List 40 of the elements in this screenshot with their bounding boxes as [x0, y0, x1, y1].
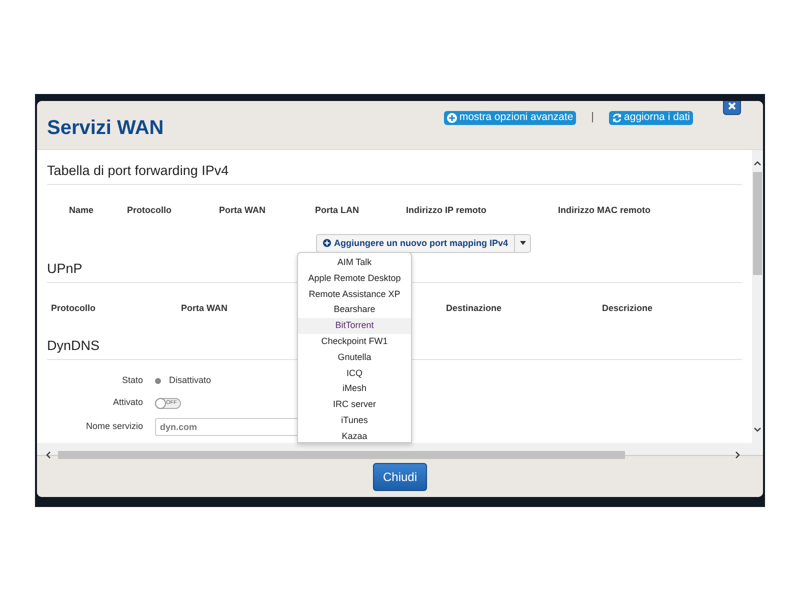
- field-label: Stato: [120, 374, 144, 388]
- status-dot-icon: [155, 378, 161, 384]
- dropdown-item[interactable]: BitTorrent: [298, 318, 411, 334]
- dropdown-item[interactable]: IRC server: [298, 397, 411, 413]
- column-header: Destinazione: [446, 302, 502, 316]
- dropdown-item[interactable]: Bearshare: [298, 302, 411, 318]
- column-header: Porta WAN: [219, 204, 266, 218]
- dropdown-item[interactable]: Checkpoint FW1: [298, 334, 411, 350]
- plus-icon: [447, 112, 458, 122]
- dropdown-item[interactable]: Remote Assistance XP: [298, 286, 411, 302]
- dialog-title: Servizi WAN: [47, 116, 164, 141]
- column-header: Porta WAN: [181, 302, 228, 316]
- close-icon: [728, 102, 736, 110]
- field-label: Attivato: [112, 396, 144, 410]
- close-dialog-button[interactable]: Chiudi: [372, 462, 428, 490]
- column-header: Protocollo: [51, 302, 96, 316]
- dropdown-item[interactable]: Apple Remote Desktop: [298, 270, 411, 287]
- dropdown-item[interactable]: ICQ: [298, 366, 411, 382]
- section-heading: Tabella di port forwarding IPv4: [47, 150, 742, 186]
- separator: |: [591, 110, 594, 126]
- refresh-data-link[interactable]: aggiorna i dati: [609, 110, 693, 124]
- vertical-scrollbar[interactable]: [752, 150, 763, 443]
- status-text: Disattivato: [169, 374, 212, 388]
- caret-icon: [520, 241, 526, 246]
- column-header: Indirizzo IP remoto: [406, 204, 486, 218]
- add-mapping-button[interactable]: Aggiungere un nuovo port mapping IPv4: [316, 234, 515, 254]
- advanced-options-link[interactable]: mostra opzioni avanzate: [444, 110, 576, 124]
- column-header: Indirizzo MAC remoto: [558, 204, 650, 218]
- column-header: Protocollo: [127, 204, 172, 218]
- column-header: Descrizione: [602, 302, 653, 316]
- close-button[interactable]: [723, 101, 741, 115]
- plus-icon: [322, 239, 331, 248]
- dropdown-toggle-button[interactable]: [515, 234, 531, 254]
- column-header: Name: [69, 204, 94, 218]
- dropdown-item[interactable]: AIM Talk: [298, 255, 411, 271]
- column-header: Porta LAN: [315, 204, 360, 218]
- dropdown-item[interactable]: iMesh: [298, 381, 411, 398]
- dropdown-item[interactable]: Gnutella: [298, 350, 411, 366]
- refresh-icon: [612, 112, 622, 122]
- field-label: Nome servizio: [84, 420, 144, 434]
